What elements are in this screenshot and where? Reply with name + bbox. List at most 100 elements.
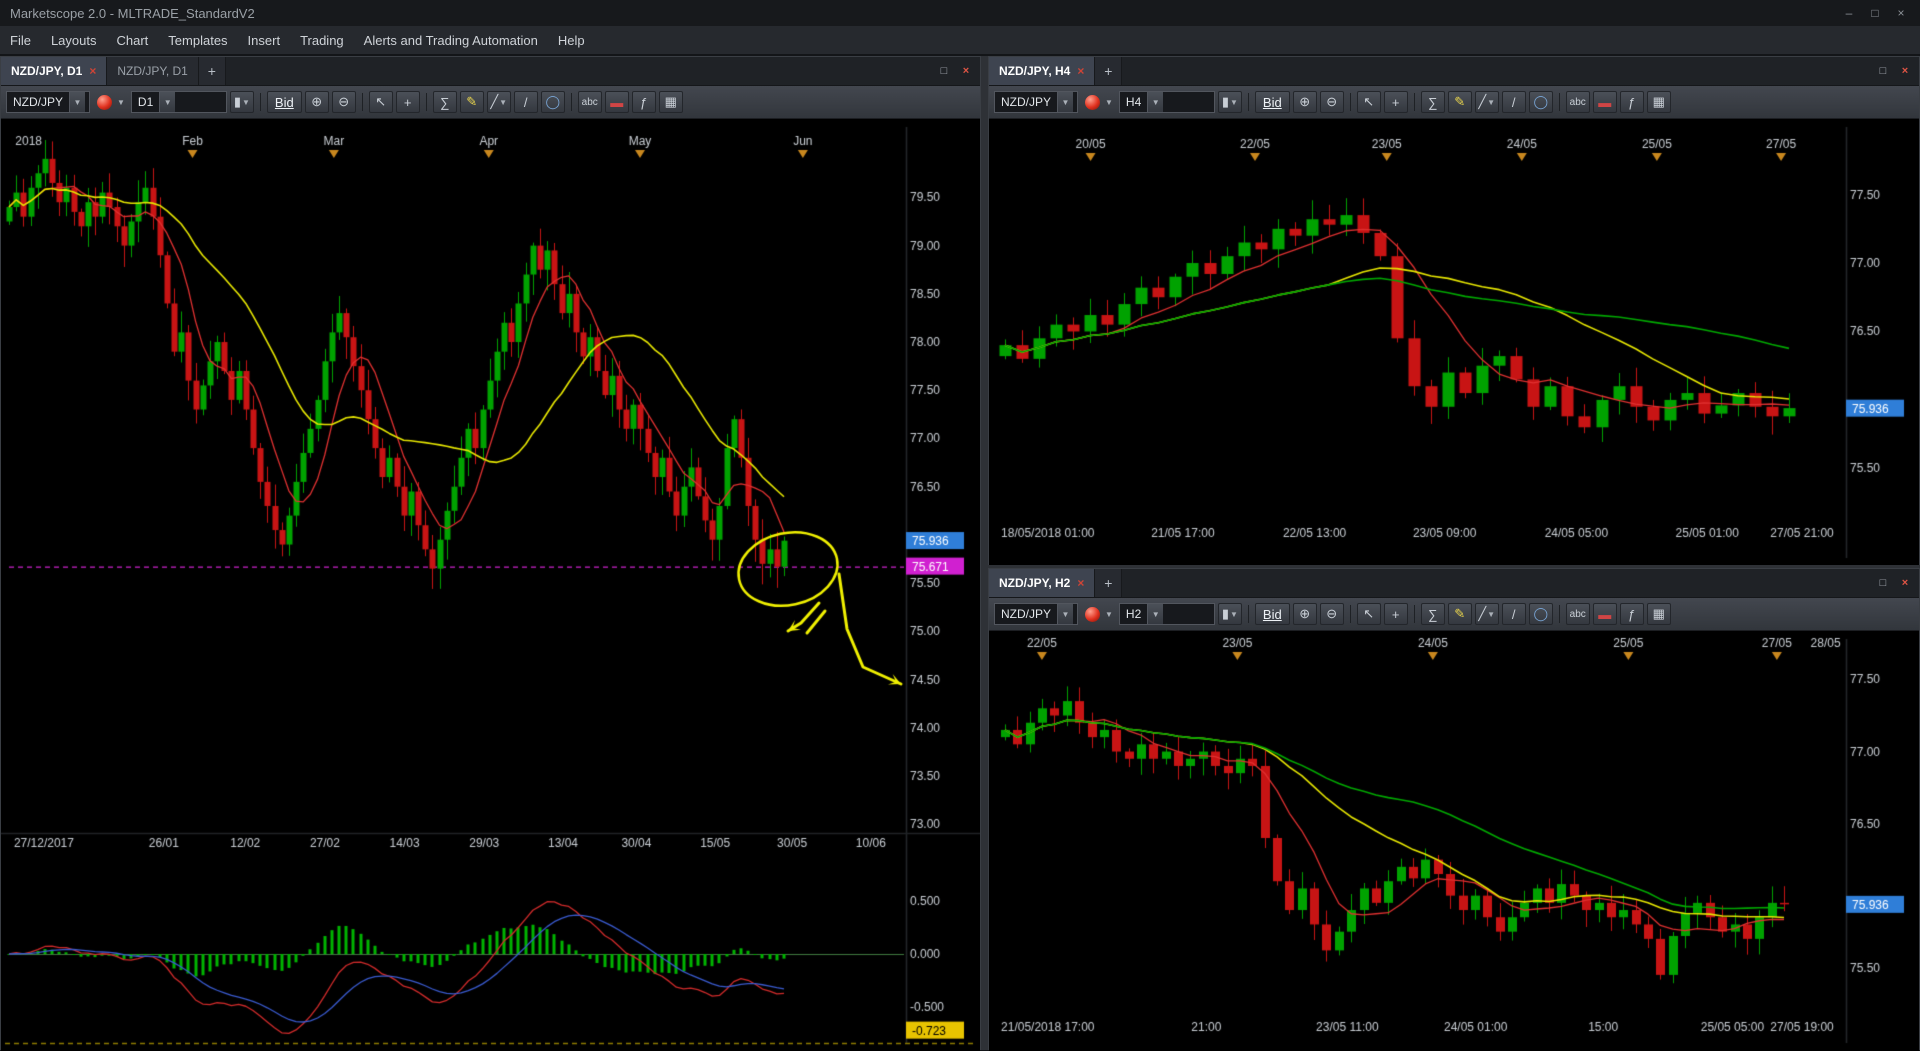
close-panel-button[interactable]: ×	[958, 64, 974, 78]
crosshair-tool-icon[interactable]: +	[395, 91, 420, 113]
new-tab-button[interactable]: +	[1095, 569, 1123, 597]
horizontal-splitter[interactable]	[988, 565, 1920, 568]
ellipse-tool-icon-glyph: ◯	[1533, 606, 1548, 621]
grid-icon[interactable]: ▦	[1646, 91, 1671, 113]
ellipse-tool-icon[interactable]: ◯	[540, 91, 565, 113]
pointer-tool-icon[interactable]: ↖	[368, 91, 393, 113]
trendline-tool-icon[interactable]: /	[1501, 603, 1526, 625]
symbol-select-value: NZD/JPY	[1001, 95, 1052, 109]
line-tools-button[interactable]: ╱ ▼	[1474, 603, 1499, 625]
eraser-tool-icon[interactable]: ▬	[1592, 603, 1617, 625]
maximize-button[interactable]: □	[1864, 5, 1886, 21]
trendline-tool-icon[interactable]: /	[1501, 91, 1526, 113]
pencil-tool-icon[interactable]: ✎	[1447, 91, 1472, 113]
crosshair-tool-icon[interactable]: +	[1383, 603, 1408, 625]
grid-icon[interactable]: ▦	[1646, 603, 1671, 625]
chevron-down-icon: ▼	[1230, 609, 1238, 619]
eraser-tool-icon[interactable]: ▬	[604, 91, 629, 113]
bid-button-glyph: Bid	[1262, 606, 1282, 622]
indicators-icon[interactable]: ƒ	[1619, 91, 1644, 113]
maximize-panel-button[interactable]: □	[936, 64, 952, 78]
menu-item-templates[interactable]: Templates	[158, 26, 237, 54]
tab-h2[interactable]: NZD/JPY, H2 ×	[989, 569, 1096, 597]
line-tools-button[interactable]: ╱ ▼	[1474, 91, 1499, 113]
text-tool-icon-glyph: abc	[1569, 608, 1586, 620]
autoscale-icon[interactable]: ∑	[1420, 91, 1445, 113]
text-tool-icon[interactable]: abc	[1565, 603, 1590, 625]
zoom-in-icon[interactable]: ⊕	[304, 91, 329, 113]
tab-bar-h4: NZD/JPY, H4 × + □ ×	[989, 57, 1919, 86]
tab-d1[interactable]: NZD/JPY, D1	[107, 57, 199, 85]
tab-close-icon[interactable]: ×	[1077, 64, 1084, 78]
menu-item-help[interactable]: Help	[548, 26, 595, 54]
ellipse-tool-icon[interactable]: ◯	[1528, 603, 1553, 625]
tab-h4[interactable]: NZD/JPY, H4 ×	[989, 57, 1096, 85]
pencil-tool-icon[interactable]: ✎	[1447, 603, 1472, 625]
zoom-out-icon[interactable]: ⊖	[1319, 603, 1344, 625]
menu-item-layouts[interactable]: Layouts	[41, 26, 107, 54]
h2-chart-canvas[interactable]	[989, 631, 1919, 1051]
zoom-out-icon[interactable]: ⊖	[331, 91, 356, 113]
chart-style-button-glyph: ▮	[233, 94, 242, 109]
new-tab-button[interactable]: +	[1095, 57, 1123, 85]
period-select[interactable]: H4 ▼	[1118, 91, 1215, 113]
chart-style-button[interactable]: ▮ ▼	[1217, 91, 1242, 113]
chart-style-button-glyph: ▮	[1221, 606, 1230, 621]
period-select[interactable]: D1 ▼	[130, 91, 227, 113]
bid-button[interactable]: Bid	[1254, 91, 1290, 113]
trendline-tool-icon-glyph: /	[1511, 606, 1516, 622]
pencil-tool-icon[interactable]: ✎	[459, 91, 484, 113]
close-button[interactable]: ×	[1890, 5, 1912, 21]
indicators-icon[interactable]: ƒ	[631, 91, 656, 113]
chart-style-button[interactable]: ▮ ▼	[1217, 603, 1242, 625]
crosshair-tool-icon-glyph: +	[1391, 606, 1400, 622]
symbol-select[interactable]: NZD/JPY ▼	[6, 91, 90, 113]
zoom-out-icon[interactable]: ⊖	[1319, 91, 1344, 113]
pointer-tool-icon[interactable]: ↖	[1356, 603, 1381, 625]
symbol-select[interactable]: NZD/JPY ▼	[994, 603, 1078, 625]
crosshair-tool-icon[interactable]: +	[1383, 91, 1408, 113]
menu-item-trading[interactable]: Trading	[290, 26, 354, 54]
tab-d1[interactable]: NZD/JPY, D1 ×	[1, 57, 108, 85]
bid-button-glyph: Bid	[1262, 94, 1282, 110]
trendline-tool-icon[interactable]: /	[513, 91, 538, 113]
trendline-tool-icon-glyph: /	[1511, 94, 1516, 110]
menu-item-alerts-and-trading-automation[interactable]: Alerts and Trading Automation	[354, 26, 548, 54]
ellipse-tool-icon[interactable]: ◯	[1528, 91, 1553, 113]
text-tool-icon[interactable]: abc	[577, 91, 602, 113]
zoom-in-icon[interactable]: ⊕	[1292, 603, 1317, 625]
menu-item-insert[interactable]: Insert	[238, 26, 291, 54]
grid-icon[interactable]: ▦	[658, 91, 683, 113]
symbol-select[interactable]: NZD/JPY ▼	[994, 91, 1078, 113]
line-tools-button[interactable]: ╱ ▼	[486, 91, 511, 113]
h4-chart-canvas[interactable]	[989, 119, 1919, 566]
indicators-icon[interactable]: ƒ	[1619, 603, 1644, 625]
tab-close-icon[interactable]: ×	[89, 64, 96, 78]
text-tool-icon[interactable]: abc	[1565, 91, 1590, 113]
autoscale-icon[interactable]: ∑	[432, 91, 457, 113]
bid-button[interactable]: Bid	[266, 91, 302, 113]
close-panel-button[interactable]: ×	[1897, 64, 1913, 78]
chart-style-button[interactable]: ▮ ▼	[229, 91, 254, 113]
toolbar-separator	[1413, 605, 1415, 623]
period-select-value: H2	[1125, 607, 1142, 621]
eraser-tool-icon[interactable]: ▬	[1592, 91, 1617, 113]
minimize-button[interactable]: –	[1838, 5, 1860, 21]
maximize-panel-button[interactable]: □	[1875, 576, 1891, 590]
maximize-panel-button[interactable]: □	[1875, 64, 1891, 78]
chart-panel-d1: NZD/JPY, D1 × NZD/JPY, D1 + □ × NZD/JPY ▼ ▼ D1 ▼…	[0, 56, 981, 1051]
zoom-in-icon[interactable]: ⊕	[1292, 91, 1317, 113]
period-select[interactable]: H2 ▼	[1118, 603, 1215, 625]
d1-chart-canvas[interactable]	[1, 119, 980, 1051]
pointer-tool-icon[interactable]: ↖	[1356, 91, 1381, 113]
tab-close-icon[interactable]: ×	[1077, 576, 1084, 590]
autoscale-icon-glyph: ∑	[440, 94, 450, 110]
vertical-splitter[interactable]	[981, 56, 988, 1050]
ellipse-tool-icon-glyph: ◯	[1533, 94, 1548, 109]
new-tab-button[interactable]: +	[198, 57, 226, 85]
menu-item-chart[interactable]: Chart	[107, 26, 159, 54]
close-panel-button[interactable]: ×	[1897, 576, 1913, 590]
menu-item-file[interactable]: File	[0, 26, 41, 54]
bid-button[interactable]: Bid	[1254, 603, 1290, 625]
autoscale-icon[interactable]: ∑	[1420, 603, 1445, 625]
